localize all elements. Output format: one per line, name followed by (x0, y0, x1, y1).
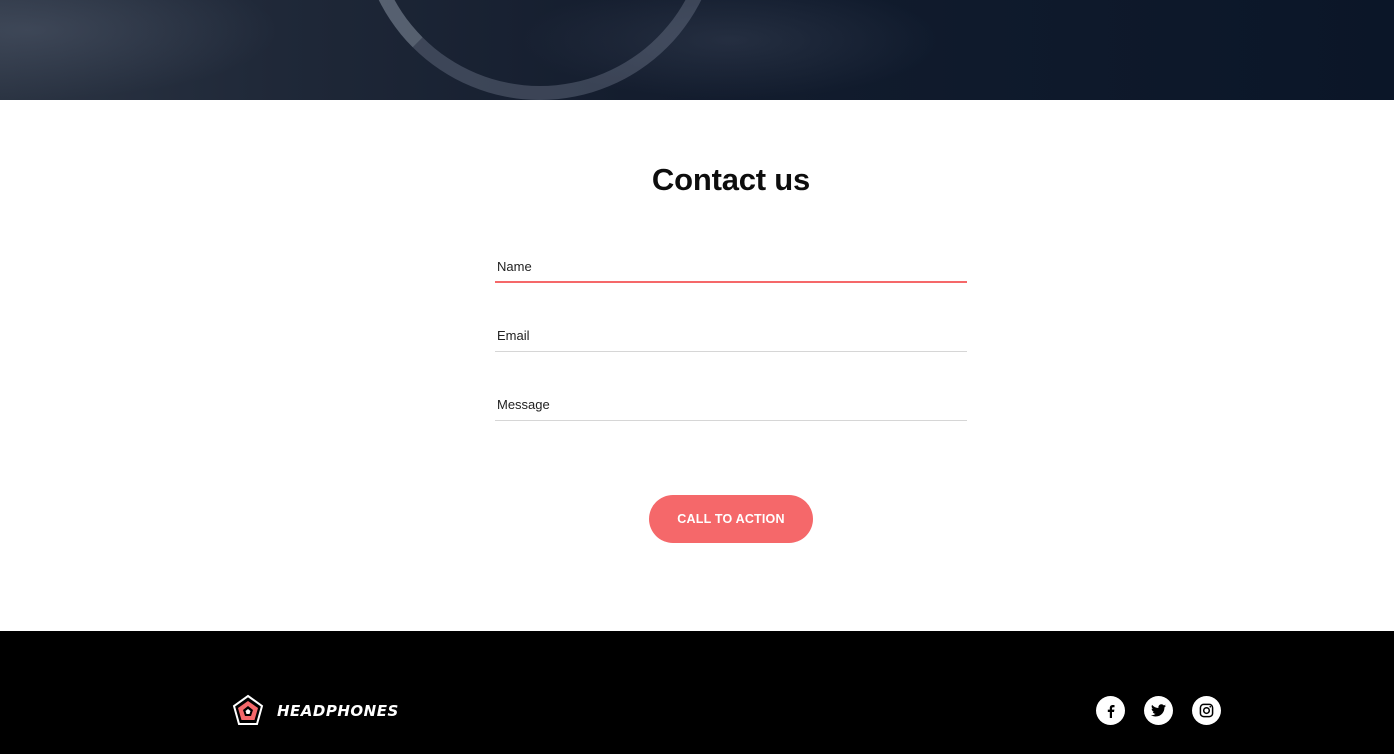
twitter-icon (1151, 704, 1166, 717)
hero-banner-image (0, 0, 1394, 100)
pentagon-logo-icon (232, 694, 264, 725)
message-field-label: Message (497, 397, 550, 412)
name-field-label: Name (497, 259, 532, 274)
facebook-link[interactable] (1096, 696, 1125, 725)
hero-glow (0, 0, 280, 100)
brand-logo[interactable]: HEADPHONES (231, 694, 399, 728)
contact-title: Contact us (651, 162, 811, 197)
call-to-action-button[interactable]: CALL TO ACTION (649, 495, 813, 543)
contact-section: Contact us Name Email Message CALL TO AC… (0, 100, 1394, 631)
instagram-link[interactable] (1192, 696, 1221, 725)
facebook-icon (1107, 704, 1114, 718)
name-field[interactable]: Name (495, 243, 967, 283)
message-field[interactable]: Message (495, 381, 967, 421)
email-field-label: Email (497, 328, 530, 343)
instagram-icon (1199, 703, 1214, 718)
social-links (1096, 696, 1221, 725)
footer: HEADPHONES (0, 631, 1394, 754)
twitter-link[interactable] (1144, 696, 1173, 725)
email-field[interactable]: Email (495, 312, 967, 352)
brand-name: HEADPHONES (277, 702, 399, 720)
